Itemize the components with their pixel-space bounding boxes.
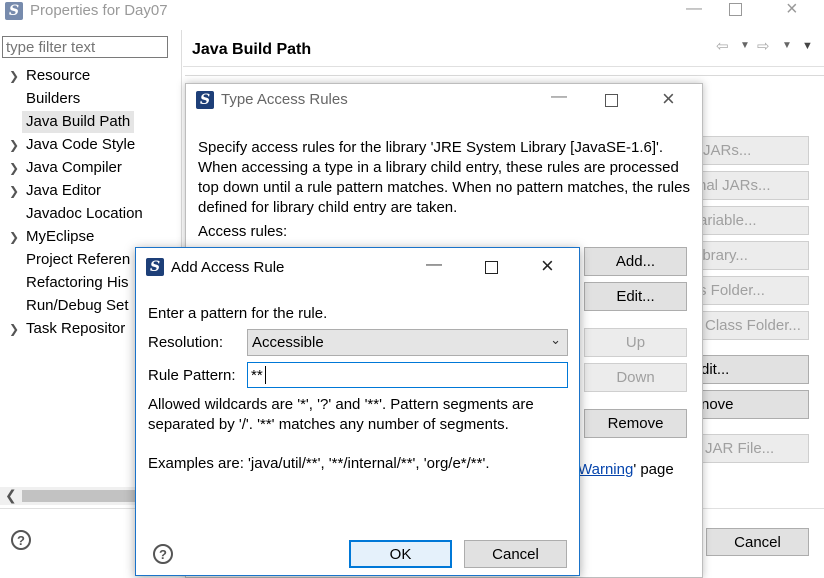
tree-item-myeclipse[interactable]: MyEclipse [26, 228, 94, 245]
forward-icon[interactable]: ⇨ [757, 37, 770, 55]
examples-text: Examples are: 'java/util/**', '**/intern… [148, 455, 490, 472]
properties-title-bar: S Properties for Day07 — × [0, 0, 824, 24]
chevron-down-icon[interactable]: ▼ [782, 40, 792, 51]
tree-item-java-editor[interactable]: Java Editor [26, 182, 101, 199]
filter-input[interactable] [2, 36, 168, 58]
resolution-value: Accessible [252, 334, 324, 351]
add-rule-prompt: Enter a pattern for the rule. [148, 305, 328, 322]
rule-pattern-label: Rule Pattern: [148, 367, 236, 384]
type-access-title: Type Access Rules [221, 91, 348, 108]
remove-rule-button[interactable]: Remove [584, 409, 687, 438]
resolution-label: Resolution: [148, 334, 224, 351]
minimize-icon[interactable]: — [426, 256, 442, 274]
tree-item-javadoc-location[interactable]: Javadoc Location [26, 205, 143, 222]
type-access-description: Specify access rules for the library 'JR… [198, 139, 690, 216]
add-rule-title: Add Access Rule [171, 259, 285, 276]
add-access-rule-dialog: S Add Access Rule — × Enter a pattern fo… [135, 247, 580, 576]
maximize-icon[interactable] [485, 261, 498, 274]
tree-item-refactoring-history[interactable]: Refactoring His [26, 274, 129, 291]
access-rules-label: Access rules: [198, 223, 288, 240]
add-jars-button[interactable]: JARs... [690, 136, 809, 165]
maximize-icon[interactable] [605, 94, 618, 107]
back-icon[interactable]: ⇦ [716, 37, 729, 55]
expand-icon[interactable]: ❯ [9, 69, 19, 83]
help-icon[interactable]: ? [153, 544, 173, 564]
warning-link[interactable]: Warning [578, 461, 633, 478]
tree-item-task-repository[interactable]: Task Repositor [26, 320, 125, 337]
tree-item-project-references[interactable]: Project Referen [26, 251, 130, 268]
rule-pattern-value: ** [251, 367, 263, 384]
page-suffix-text: ' page [633, 461, 674, 478]
minimize-icon[interactable]: — [551, 88, 567, 106]
add-rule-title-bar: S Add Access Rule — × [136, 248, 579, 286]
down-button[interactable]: Down [584, 363, 687, 392]
close-icon[interactable]: × [662, 86, 675, 112]
add-rule-button[interactable]: Add... [584, 247, 687, 276]
warning-link-line: Warning' page [578, 461, 674, 478]
add-class-folder-button[interactable]: s Folder... [690, 276, 809, 305]
tree-item-resource[interactable]: Resource [26, 67, 90, 84]
up-button[interactable]: Up [584, 328, 687, 357]
remove-button[interactable]: nove [690, 390, 809, 419]
myeclipse-logo-icon: S [146, 258, 164, 276]
ok-button[interactable]: OK [349, 540, 452, 568]
close-icon[interactable]: × [541, 253, 554, 279]
type-access-title-bar: S Type Access Rules — × [186, 84, 702, 116]
add-variable-button[interactable]: ariable... [690, 206, 809, 235]
expand-icon[interactable]: ❯ [9, 322, 19, 336]
expand-icon[interactable]: ❯ [9, 230, 19, 244]
tree-item-run-debug-settings[interactable]: Run/Debug Set [26, 297, 129, 314]
chevron-down-icon: ⌄ [550, 332, 561, 347]
wildcard-help-text: Allowed wildcards are '*', '?' and '**'.… [148, 396, 534, 433]
scrollbar-thumb[interactable] [22, 490, 142, 502]
tree-item-java-build-path[interactable]: Java Build Path [26, 113, 130, 130]
chevron-down-icon[interactable]: ▼ [740, 40, 750, 51]
rule-pattern-input[interactable]: ** [247, 362, 568, 388]
expand-icon[interactable]: ❯ [9, 138, 19, 152]
expand-icon[interactable]: ❯ [9, 184, 19, 198]
maximize-icon[interactable] [729, 3, 742, 16]
edit-button[interactable]: dit... [690, 355, 809, 384]
properties-cancel-button[interactable]: Cancel [706, 528, 809, 556]
edit-rule-button[interactable]: Edit... [584, 282, 687, 311]
expand-icon[interactable]: ❯ [9, 161, 19, 175]
resolution-select[interactable]: Accessible ⌄ [247, 329, 568, 356]
tree-item-java-compiler[interactable]: Java Compiler [26, 159, 122, 176]
help-icon[interactable]: ? [11, 530, 31, 550]
migrate-jar-file-button[interactable]: JAR File... [690, 434, 809, 463]
add-external-class-folder-button[interactable]: Class Folder... [690, 311, 809, 340]
text-cursor [265, 366, 266, 384]
myeclipse-logo-icon: S [5, 2, 23, 20]
add-external-jars-button[interactable]: rnal JARs... [690, 171, 809, 200]
view-menu-icon[interactable]: ▼ [802, 40, 813, 52]
add-rule-cancel-button[interactable]: Cancel [464, 540, 567, 568]
tree-item-java-code-style[interactable]: Java Code Style [26, 136, 135, 153]
close-icon[interactable]: × [786, 0, 798, 21]
page-header-separator [183, 66, 824, 67]
myeclipse-logo-icon: S [196, 91, 214, 109]
tree-item-builders[interactable]: Builders [26, 90, 80, 107]
add-library-button[interactable]: ibrary... [690, 241, 809, 270]
properties-title: Properties for Day07 [30, 2, 168, 19]
scroll-left-icon[interactable]: ❮ [5, 487, 17, 504]
page-title: Java Build Path [192, 41, 312, 58]
minimize-icon[interactable]: — [686, 0, 702, 18]
